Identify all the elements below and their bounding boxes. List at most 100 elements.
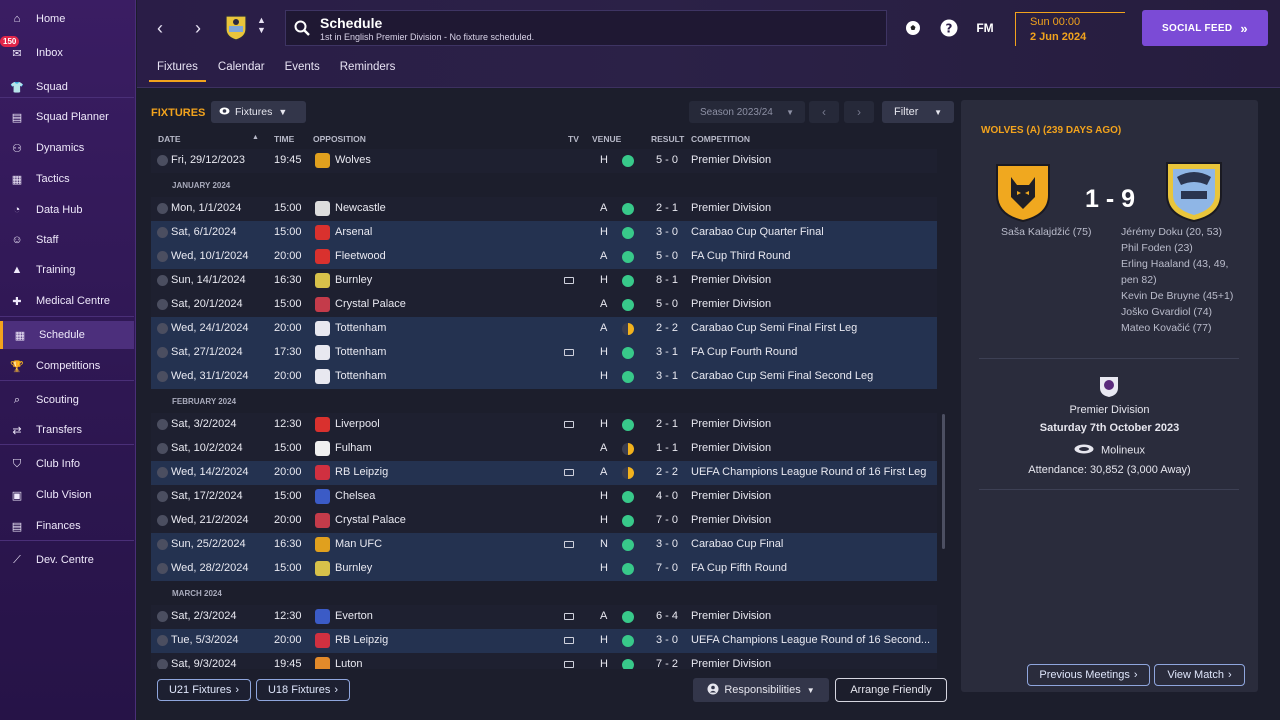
u18-fixtures-button[interactable]: U18 Fixtures › <box>256 679 350 701</box>
cell-score[interactable]: 6 - 4 <box>656 610 678 622</box>
checkbox[interactable] <box>157 299 168 310</box>
date-box[interactable]: Sun 00:00 2 Jun 2024 <box>1015 12 1125 46</box>
cell-score[interactable]: 3 - 0 <box>656 226 678 238</box>
sidebar-item-tactics[interactable]: ▦ Tactics <box>0 165 134 193</box>
table-row[interactable]: Sat, 20/1/2024 15:00 Crystal Palace A 5 - 0 P… <box>151 293 937 317</box>
tab-calendar[interactable]: Calendar <box>210 58 273 82</box>
club-switch-icon[interactable]: ▲ ▼ <box>257 15 266 35</box>
sidebar-item-dynamics[interactable]: ⚇ Dynamics <box>0 134 134 162</box>
scrollbar[interactable] <box>942 414 945 549</box>
checkbox[interactable] <box>157 563 168 574</box>
sidebar-item-home[interactable]: ⌂ Home <box>0 5 134 33</box>
cell-score[interactable]: 7 - 0 <box>656 562 678 574</box>
sidebar-item-training[interactable]: ▲ Training <box>0 256 134 284</box>
man-city-crest-icon[interactable] <box>1163 157 1225 226</box>
tab-events[interactable]: Events <box>277 58 328 82</box>
cell-score[interactable]: 5 - 0 <box>656 298 678 310</box>
scorer[interactable]: Erling Haaland (43, 49, <box>1121 256 1233 272</box>
table-row[interactable]: Tue, 5/3/2024 20:00 RB Leipzig H 3 - 0 UEFA C… <box>151 629 937 653</box>
cell-opposition[interactable]: Tottenham <box>335 346 386 358</box>
cell-score[interactable]: 1 - 1 <box>656 442 678 454</box>
table-row[interactable]: Sat, 2/3/2024 12:30 Everton A 6 - 4 Premier D… <box>151 605 937 629</box>
forward-arrow-icon[interactable]: › <box>187 15 209 41</box>
arrange-friendly-button[interactable]: Arrange Friendly <box>835 678 947 702</box>
sidebar-item-inbox[interactable]: ✉ Inbox <box>0 39 134 67</box>
sidebar-item-schedule[interactable]: ▦ Schedule <box>0 321 134 349</box>
sidebar-item-competitions[interactable]: 🏆 Competitions <box>0 352 134 380</box>
season-selector[interactable]: Season 2023/24 ▼ <box>689 101 805 123</box>
cell-score[interactable]: 2 - 2 <box>656 466 678 478</box>
checkbox[interactable] <box>157 275 168 286</box>
season-next-button[interactable]: › <box>844 101 874 123</box>
club-crest-icon[interactable] <box>224 13 248 41</box>
cell-score[interactable]: 2 - 1 <box>656 418 678 430</box>
fixtures-view-dropdown[interactable]: Fixtures ▼ <box>211 101 306 123</box>
table-row[interactable]: Wed, 10/1/2024 20:00 Fleetwood A 5 - 0 FA Cup… <box>151 245 937 269</box>
table-row[interactable]: Wed, 24/1/2024 20:00 Tottenham A 2 - 2 Caraba… <box>151 317 937 341</box>
cell-opposition[interactable]: Arsenal <box>335 226 372 238</box>
cell-score[interactable]: 3 - 1 <box>656 346 678 358</box>
table-row[interactable]: Wed, 28/2/2024 15:00 Burnley H 7 - 0 FA Cup F… <box>151 557 937 581</box>
cell-score[interactable]: 3 - 0 <box>656 538 678 550</box>
help-icon[interactable]: ? <box>939 18 959 38</box>
checkbox[interactable] <box>157 539 168 550</box>
sidebar-item-club-vision[interactable]: ▣ Club Vision <box>0 481 134 509</box>
checkbox[interactable] <box>157 443 168 454</box>
checkbox[interactable] <box>157 347 168 358</box>
sidebar-item-staff[interactable]: ☺ Staff <box>0 226 134 254</box>
table-row[interactable]: Wed, 21/2/2024 20:00 Crystal Palace H 7 - 0 P… <box>151 509 937 533</box>
cell-score[interactable]: 2 - 2 <box>656 322 678 334</box>
sidebar-item-dev-centre[interactable]: ⟋ Dev. Centre <box>0 546 134 574</box>
sidebar-item-squad-planner[interactable]: ▤ Squad Planner <box>0 103 134 131</box>
col-result[interactable]: RESULT <box>651 134 684 144</box>
cell-score[interactable]: 7 - 2 <box>656 658 678 669</box>
cell-opposition[interactable]: Fulham <box>335 442 372 454</box>
cell-opposition[interactable]: RB Leipzig <box>335 634 388 646</box>
social-feed-button[interactable]: SOCIAL FEED » <box>1142 10 1268 46</box>
checkbox[interactable] <box>157 611 168 622</box>
cell-opposition[interactable]: Burnley <box>335 562 372 574</box>
checkbox[interactable] <box>157 419 168 430</box>
checkbox[interactable] <box>157 515 168 526</box>
cell-opposition[interactable]: Fleetwood <box>335 250 386 262</box>
cell-score[interactable]: 2 - 1 <box>656 202 678 214</box>
cell-score[interactable]: 7 - 0 <box>656 514 678 526</box>
fm-menu-button[interactable]: FM <box>975 18 995 38</box>
col-competition[interactable]: COMPETITION <box>691 134 750 144</box>
scorer[interactable]: Joško Gvardiol (74) <box>1121 304 1233 320</box>
checkbox[interactable] <box>157 251 168 262</box>
cell-score[interactable]: 5 - 0 <box>656 154 678 166</box>
cell-opposition[interactable]: Luton <box>335 658 363 669</box>
cell-opposition[interactable]: Tottenham <box>335 370 386 382</box>
table-row[interactable]: Sun, 14/1/2024 16:30 Burnley H 8 - 1 Premier … <box>151 269 937 293</box>
col-date[interactable]: DATE <box>158 134 181 144</box>
filter-button[interactable]: Filter ▼ <box>882 101 954 123</box>
cell-opposition[interactable]: RB Leipzig <box>335 466 388 478</box>
view-match-button[interactable]: View Match › <box>1154 664 1245 686</box>
cell-opposition[interactable]: Crystal Palace <box>335 298 406 310</box>
cell-opposition[interactable]: Crystal Palace <box>335 514 406 526</box>
scorer[interactable]: Mateo Kovačić (77) <box>1121 320 1233 336</box>
checkbox[interactable] <box>157 635 168 646</box>
col-venue[interactable]: VENUE <box>592 134 621 144</box>
cell-score[interactable]: 5 - 0 <box>656 250 678 262</box>
cell-opposition[interactable]: Man UFC <box>335 538 382 550</box>
cell-opposition[interactable]: Chelsea <box>335 490 375 502</box>
table-row[interactable]: Sat, 9/3/2024 19:45 Luton H 7 - 2 Premier Div… <box>151 653 937 669</box>
col-opposition[interactable]: OPPOSITION <box>313 134 366 144</box>
cell-score[interactable]: 3 - 0 <box>656 634 678 646</box>
checkbox[interactable] <box>157 323 168 334</box>
table-row[interactable]: Sat, 6/1/2024 15:00 Arsenal H 3 - 0 Carabao C… <box>151 221 937 245</box>
sidebar-item-data-hub[interactable]: ◔ Data Hub <box>0 196 134 224</box>
checkbox[interactable] <box>157 227 168 238</box>
ball-icon[interactable] <box>903 18 923 38</box>
table-row[interactable]: Sat, 17/2/2024 15:00 Chelsea H 4 - 0 Premier … <box>151 485 937 509</box>
cell-opposition[interactable]: Wolves <box>335 154 371 166</box>
checkbox[interactable] <box>157 659 168 669</box>
scorer[interactable]: pen 82) <box>1121 272 1233 288</box>
scorer[interactable]: Kevin De Bruyne (45+1) <box>1121 288 1233 304</box>
wolves-crest-icon[interactable] <box>993 159 1053 226</box>
scorer[interactable]: Phil Foden (23) <box>1121 240 1233 256</box>
cell-score[interactable]: 3 - 1 <box>656 370 678 382</box>
table-row[interactable]: Mon, 1/1/2024 15:00 Newcastle A 2 - 1 Premier… <box>151 197 937 221</box>
